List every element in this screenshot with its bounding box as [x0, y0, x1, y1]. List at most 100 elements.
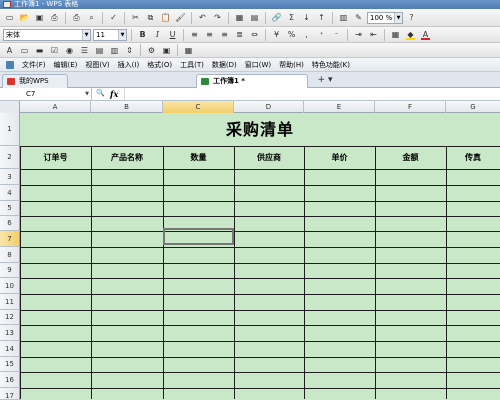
header-cell-supplier[interactable]: 供应商: [234, 146, 304, 169]
row-header[interactable]: 8: [0, 247, 20, 263]
indent-icon[interactable]: ⇥: [352, 28, 365, 41]
insert-chart-icon[interactable]: ▤: [248, 11, 261, 24]
cut-icon[interactable]: ✂: [129, 11, 142, 24]
menu-tools[interactable]: 工具(T): [176, 58, 208, 72]
table-icon[interactable]: ▦: [233, 11, 246, 24]
formula-input[interactable]: [124, 88, 500, 100]
column-header-e[interactable]: E: [304, 101, 375, 113]
grid-toggle-icon[interactable]: ▦: [182, 44, 195, 57]
copy-icon[interactable]: ⧉: [144, 11, 157, 24]
column-header-b[interactable]: B: [91, 101, 163, 113]
checkbox-icon[interactable]: ☑: [48, 44, 61, 57]
menu-format[interactable]: 格式(O): [143, 58, 176, 72]
justify-icon[interactable]: ≣: [233, 28, 246, 41]
paste-icon[interactable]: 📋: [159, 11, 172, 24]
sort-asc-icon[interactable]: ↓: [300, 11, 313, 24]
column-header-f[interactable]: F: [375, 101, 446, 113]
bold-button[interactable]: B: [136, 28, 149, 41]
menu-help[interactable]: 帮助(H): [275, 58, 308, 72]
new-icon[interactable]: ▭: [3, 11, 16, 24]
row-header[interactable]: 9: [0, 263, 20, 278]
row-header[interactable]: 14: [0, 341, 20, 357]
format-painter-icon[interactable]: 🖌: [174, 11, 187, 24]
row-header[interactable]: 15: [0, 357, 20, 372]
row-header[interactable]: 5: [0, 201, 20, 216]
properties-icon[interactable]: ⚙: [145, 44, 158, 57]
tab-my-wps[interactable]: 我的WPS: [2, 74, 68, 88]
code-icon[interactable]: ▣: [160, 44, 173, 57]
undo-icon[interactable]: ↶: [196, 11, 209, 24]
row-header[interactable]: 13: [0, 325, 20, 341]
row-header[interactable]: 3: [0, 169, 20, 185]
open-icon[interactable]: 📂: [18, 11, 31, 24]
decrease-decimal-icon[interactable]: ⁻: [330, 28, 343, 41]
autosum-icon[interactable]: Σ: [285, 11, 298, 24]
column-header-g[interactable]: G: [446, 101, 500, 113]
preview-icon[interactable]: ⌕: [85, 11, 98, 24]
borders-icon[interactable]: ▦: [389, 28, 402, 41]
row-header[interactable]: 1: [0, 113, 20, 146]
menu-edit[interactable]: 编辑(E): [50, 58, 82, 72]
sheet-title-cell[interactable]: 采购清单: [20, 113, 500, 146]
align-center-icon[interactable]: ≡: [203, 28, 216, 41]
selected-cell-c7[interactable]: [163, 228, 234, 245]
new-tab-button[interactable]: + ▾: [314, 75, 336, 87]
radio-icon[interactable]: ◉: [63, 44, 76, 57]
font-size-select[interactable]: 11 ▼: [93, 28, 127, 41]
hyperlink-icon[interactable]: 🔗: [270, 11, 283, 24]
menu-window[interactable]: 窗口(W): [241, 58, 275, 72]
font-color-icon[interactable]: A: [419, 28, 432, 41]
drawing-icon[interactable]: ✎: [352, 11, 365, 24]
combobox-icon[interactable]: ▤: [93, 44, 106, 57]
row-header[interactable]: 4: [0, 185, 20, 201]
listbox-icon[interactable]: ☰: [78, 44, 91, 57]
zoom-select[interactable]: 100 % ▼: [367, 11, 403, 24]
label-icon[interactable]: ▭: [18, 44, 31, 57]
zoom-icon[interactable]: 🔍: [96, 89, 105, 97]
chart-icon[interactable]: ▥: [337, 11, 350, 24]
fill-color-icon[interactable]: ◆: [404, 28, 417, 41]
print-preview-icon[interactable]: ⎙: [48, 11, 61, 24]
spinner-icon[interactable]: ⇕: [123, 44, 136, 57]
menu-data[interactable]: 数据(D): [208, 58, 241, 72]
print-icon[interactable]: ⎙: [70, 11, 83, 24]
menu-features[interactable]: 特色功能(K): [308, 58, 354, 72]
row-header[interactable]: 2: [0, 146, 20, 169]
save-icon[interactable]: ▣: [33, 11, 46, 24]
column-header-c[interactable]: C: [163, 101, 234, 113]
row-header[interactable]: 17: [0, 388, 20, 400]
row-header[interactable]: 6: [0, 216, 20, 231]
menu-view[interactable]: 视图(V): [81, 58, 113, 72]
align-left-icon[interactable]: ≡: [188, 28, 201, 41]
italic-button[interactable]: I: [151, 28, 164, 41]
tab-workbook[interactable]: 工作簿1 *: [196, 74, 308, 88]
header-cell-quantity[interactable]: 数量: [163, 146, 234, 169]
row-header[interactable]: 10: [0, 278, 20, 294]
align-right-icon[interactable]: ≡: [218, 28, 231, 41]
row-header[interactable]: 12: [0, 310, 20, 325]
spellcheck-icon[interactable]: ✓: [107, 11, 120, 24]
thousands-icon[interactable]: ,: [300, 28, 313, 41]
app-menu-icon[interactable]: [6, 60, 14, 69]
column-header-a[interactable]: A: [20, 101, 91, 113]
increase-decimal-icon[interactable]: ⁺: [315, 28, 328, 41]
header-cell-product-name[interactable]: 产品名称: [91, 146, 163, 169]
button-icon[interactable]: ▬: [33, 44, 46, 57]
text-icon[interactable]: A: [3, 44, 16, 57]
scrollbar-icon[interactable]: ▥: [108, 44, 121, 57]
select-all-corner[interactable]: [0, 101, 20, 113]
underline-button[interactable]: U: [166, 28, 179, 41]
insert-function-button[interactable]: fx: [110, 88, 118, 100]
redo-icon[interactable]: ↷: [211, 11, 224, 24]
name-box[interactable]: C7 ▼: [0, 88, 92, 100]
header-cell-order-no[interactable]: 订单号: [20, 146, 91, 169]
menu-insert[interactable]: 插入(I): [114, 58, 144, 72]
sort-desc-icon[interactable]: ↑: [315, 11, 328, 24]
header-cell-unit-price[interactable]: 单价: [304, 146, 375, 169]
header-cell-fax[interactable]: 传真: [446, 146, 500, 169]
merge-center-icon[interactable]: ⇔: [248, 28, 261, 41]
font-name-select[interactable]: 宋体 ▼: [3, 28, 91, 41]
currency-icon[interactable]: ¥: [270, 28, 283, 41]
row-header[interactable]: 7: [0, 231, 20, 247]
row-header[interactable]: 16: [0, 372, 20, 388]
